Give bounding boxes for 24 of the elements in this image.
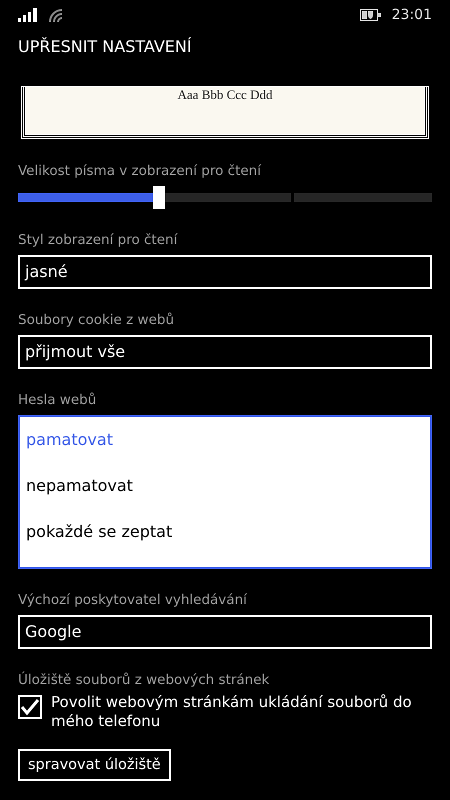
setting-label: Úložiště souborů z webových stránek (18, 672, 270, 688)
check-icon (20, 698, 40, 716)
clock: 23:01 (392, 7, 432, 23)
setting-label: Styl zobrazení pro čtení (18, 232, 178, 248)
dropdown-option[interactable]: nepamatovat (20, 469, 430, 515)
preview-text: Aaa Bbb Ccc Ddd (178, 87, 272, 103)
dropdown-option[interactable]: pamatovat (20, 423, 430, 469)
setting-label: Soubory cookie z webů (18, 312, 176, 328)
signal-icon (18, 8, 40, 22)
wifi-icon (48, 8, 64, 22)
slider-thumb[interactable] (152, 186, 165, 209)
setting-label: Hesla webů (18, 392, 98, 408)
font-size-slider[interactable] (18, 186, 432, 209)
battery-icon (360, 9, 382, 21)
setting-label: Výchozí poskytovatel vyhledávání (18, 592, 248, 608)
dropdown-option[interactable]: pokaždé se zeptat (20, 515, 430, 561)
manage-storage-button[interactable]: spravovat úložiště (18, 749, 171, 781)
checkbox[interactable] (18, 695, 42, 719)
checkbox-label: Povolit webovým stránkám ukládání souborů do mého telefonu (51, 693, 413, 731)
dropdown-field[interactable]: jasné (18, 255, 432, 289)
dropdown-field[interactable]: Google (18, 615, 432, 649)
page-title: UPŘESNIT NASTAVENÍ (18, 37, 193, 58)
dropdown-field[interactable]: přijmout vše (18, 335, 432, 369)
setting-label: Velikost písma v zobrazení pro čtení (18, 163, 262, 179)
